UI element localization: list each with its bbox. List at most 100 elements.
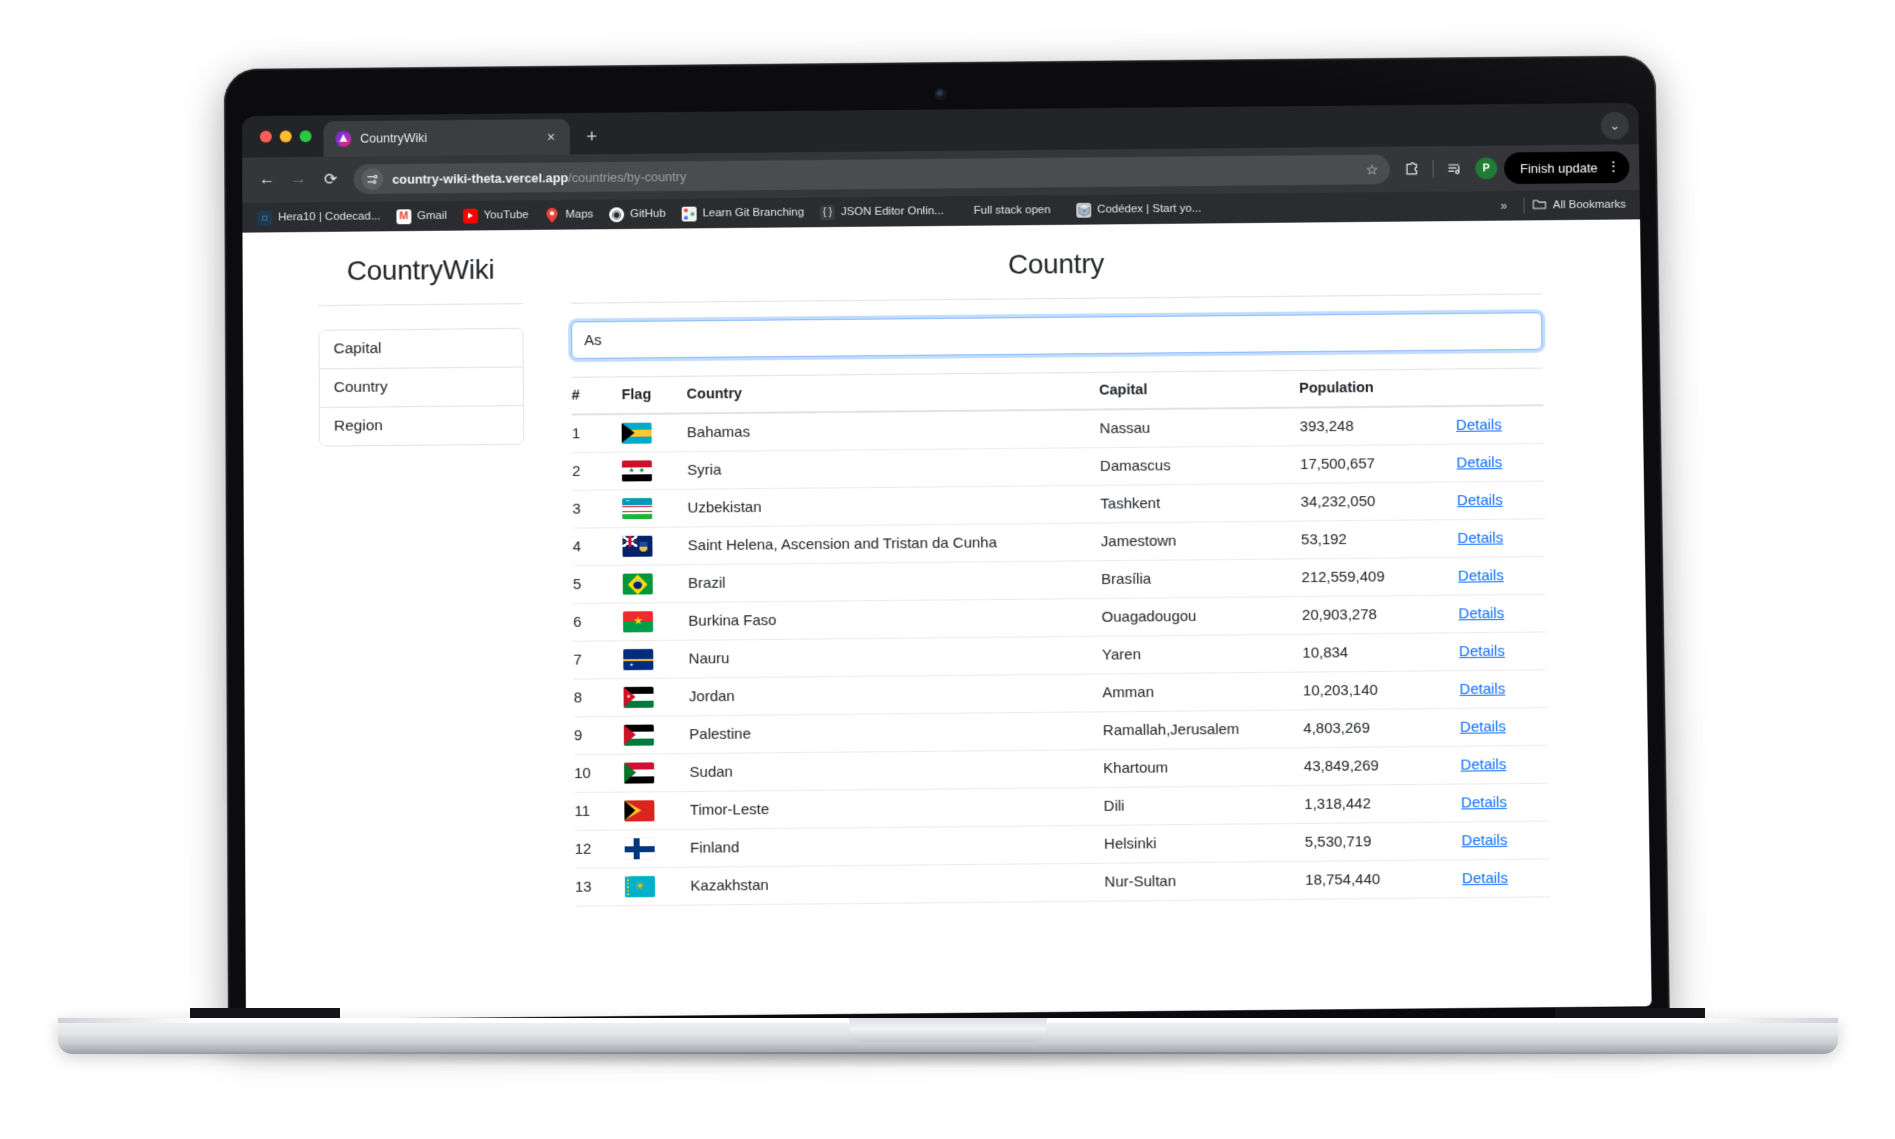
bookmark-star-icon[interactable]: ☆: [1360, 158, 1384, 182]
site-settings-icon[interactable]: [361, 168, 384, 191]
row-flag-cell: [622, 526, 688, 566]
row-country: Syria: [687, 447, 1101, 490]
details-link[interactable]: Details: [1457, 530, 1503, 547]
details-link[interactable]: Details: [1457, 492, 1503, 509]
bookmarks-divider: [1522, 197, 1525, 214]
finish-update-button[interactable]: Finish update ⋮: [1503, 151, 1630, 185]
row-number: 7: [573, 640, 624, 680]
details-link[interactable]: Details: [1460, 718, 1506, 735]
details-link[interactable]: Details: [1458, 567, 1504, 584]
row-number: 13: [574, 867, 626, 907]
details-link[interactable]: Details: [1456, 454, 1502, 471]
details-link[interactable]: Details: [1462, 870, 1508, 887]
details-link[interactable]: Details: [1458, 605, 1504, 622]
bookmark-gmail[interactable]: M Gmail: [389, 204, 454, 228]
browser-menu-icon[interactable]: ⋮: [1603, 158, 1623, 174]
row-flag-cell: [623, 677, 690, 717]
row-flag-cell: [622, 489, 688, 528]
row-capital: Tashkent: [1100, 483, 1301, 524]
google-maps-icon: [544, 207, 559, 223]
row-capital: Damascus: [1099, 445, 1301, 486]
jordan-flag: [623, 686, 654, 708]
address-bar[interactable]: country-wiki-theta.vercel.app/countries/…: [353, 154, 1391, 195]
row-population: 20,903,278: [1301, 595, 1459, 635]
row-flag-cell: [623, 715, 690, 755]
reading-list-icon[interactable]: [1440, 155, 1468, 183]
details-link[interactable]: Details: [1459, 643, 1505, 660]
row-capital: Khartoum: [1103, 747, 1305, 788]
bookmarks-spacer: [1210, 206, 1490, 209]
row-details-cell: Details: [1455, 405, 1544, 445]
forward-button[interactable]: →: [284, 165, 314, 195]
sidebar-item-country[interactable]: Country: [319, 367, 523, 409]
burkina-faso-flag: [623, 611, 654, 633]
details-link[interactable]: Details: [1461, 794, 1507, 811]
new-tab-button[interactable]: +: [578, 123, 606, 151]
toolbar-divider: [1432, 160, 1434, 178]
col-header-country: Country: [686, 372, 1100, 414]
table-body: 1 Bahamas Nassau 393,248 Details 2 ★ ★ S…: [571, 405, 1551, 907]
tab-countrywiki[interactable]: CountryWiki ×: [323, 118, 570, 157]
webcam-icon: [935, 89, 945, 99]
bookmark-label: Maps: [565, 208, 594, 221]
search-input[interactable]: [571, 312, 1543, 360]
close-tab-icon[interactable]: ×: [542, 128, 560, 146]
maximize-window-button[interactable]: [299, 130, 312, 143]
laptop-drop-shadow: [80, 1052, 1816, 1068]
page-viewport: CountryWiki Capital Country Region Count…: [242, 219, 1652, 1020]
col-header-population: Population: [1299, 369, 1456, 408]
laptop-base-notch: [848, 1018, 1047, 1042]
row-country: Burkina Faso: [688, 598, 1102, 641]
bookmark-codedex[interactable]: Codédex | Start yo...: [1069, 197, 1208, 222]
details-link[interactable]: Details: [1461, 832, 1507, 849]
bookmark-youtube[interactable]: YouTube: [456, 203, 536, 227]
row-capital: Ouagadougou: [1101, 596, 1303, 637]
sidebar-item-capital[interactable]: Capital: [319, 328, 523, 370]
row-country: Saint Helena, Ascension and Tristan da C…: [687, 523, 1102, 565]
kazakhstan-flag: [625, 876, 656, 898]
bookmark-learn-git-branching[interactable]: Learn Git Branching: [675, 201, 812, 226]
row-population: 34,232,050: [1300, 481, 1458, 522]
shield-icon: [639, 541, 648, 552]
row-number: 9: [573, 716, 625, 755]
all-bookmarks-button[interactable]: All Bookmarks: [1532, 197, 1634, 213]
row-country: Palestine: [689, 711, 1104, 754]
brazil-flag: [622, 573, 653, 595]
row-flag-cell: [623, 640, 689, 679]
bookmark-github[interactable]: ◉ GitHub: [602, 202, 673, 226]
bookmarks-overflow-icon[interactable]: »: [1492, 199, 1515, 213]
saint-helena-flag: [622, 535, 653, 557]
close-window-button[interactable]: [259, 130, 272, 143]
row-details-cell: Details: [1456, 443, 1545, 482]
details-link[interactable]: Details: [1459, 681, 1505, 698]
details-link[interactable]: Details: [1456, 417, 1502, 434]
row-country: Finland: [689, 825, 1105, 868]
url-path: /countries/by-country: [568, 168, 687, 185]
uzbekistan-flag: [622, 498, 653, 520]
sidebar-item-region[interactable]: Region: [319, 406, 524, 446]
back-button[interactable]: ←: [252, 165, 282, 195]
bookmark-json-editor[interactable]: { } JSON Editor Onlin...: [813, 199, 951, 224]
profile-avatar[interactable]: P: [1475, 157, 1498, 180]
chevron-down-icon[interactable]: ⌄: [1600, 111, 1629, 140]
row-number: 6: [573, 603, 624, 642]
extensions-icon[interactable]: [1398, 155, 1426, 183]
row-capital: Amman: [1102, 672, 1304, 712]
bookmark-hera10[interactable]: □ Hera10 | Codecad...: [250, 205, 387, 230]
bookmark-maps[interactable]: Maps: [537, 203, 600, 227]
reload-button[interactable]: ⟳: [316, 165, 346, 195]
minimize-window-button[interactable]: [279, 130, 292, 143]
details-link[interactable]: Details: [1460, 756, 1506, 773]
laptop-lid: CountryWiki × + ⌄ ← → ⟳ country-wiki-the…: [223, 55, 1670, 1037]
row-flag-cell: [622, 564, 689, 604]
table-row[interactable]: 13 Kazakhstan Nur-Sultan 18,754,440 Deta…: [574, 858, 1551, 907]
row-number: 11: [574, 792, 625, 831]
row-number: 3: [572, 489, 623, 529]
row-flag-cell: [621, 413, 688, 453]
url-domain: country-wiki-theta.vercel.app: [392, 169, 569, 187]
row-population: 10,203,140: [1302, 670, 1460, 710]
bookmark-full-stack-open[interactable]: Full stack open: [967, 198, 1058, 223]
row-flag-cell: [625, 867, 691, 906]
row-details-cell: Details: [1458, 594, 1547, 633]
row-details-cell: Details: [1458, 631, 1548, 671]
